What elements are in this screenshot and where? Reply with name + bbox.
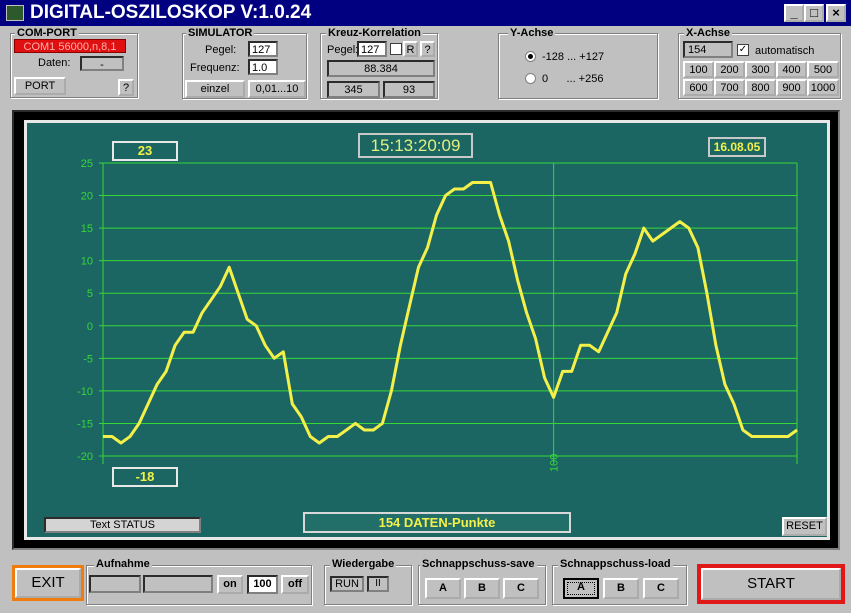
aufnahme-label: Aufnahme [94,558,152,570]
y-tick-label: 10 [81,256,93,268]
port-button[interactable]: PORT [14,77,66,95]
automatisch-checkbox[interactable]: ✓ [737,44,749,56]
y-tick-label: -5 [83,353,93,365]
aufnahme-field-2 [143,575,213,593]
exit-button[interactable]: EXIT [15,568,81,598]
sim-frequenz-input[interactable]: 1.0 [248,59,278,75]
com-port-value: COM1 56000,n,8,1 [14,39,126,53]
kreuz-help-button[interactable]: ? [420,41,435,57]
time-display: 15:13:20:09 [358,133,473,158]
kreuz-value-left: 345 [327,81,380,98]
record-off-button[interactable]: off [281,575,309,594]
x-preset-300-button[interactable]: 300 [745,61,776,78]
snapshot-load-label: Schnappschuss-load [558,558,673,570]
kreuz-pegel-input[interactable]: 127 [357,41,387,57]
pause-button[interactable]: II [367,576,389,592]
y-tick-label: -20 [77,451,93,463]
automatisch-label: automatisch [755,45,815,57]
app-icon [6,5,24,21]
title-bar: DIGITAL-OSZILOSKOP V:1.0.24 _ □ × [0,0,851,26]
kreuz-result: 88.384 [327,60,435,77]
start-button[interactable]: START [701,568,841,600]
wiedergabe-label: Wiedergabe [330,558,397,570]
maximize-button[interactable]: □ [804,4,824,22]
min-value-display: -18 [112,467,178,487]
oscilloscope-screen: 25 20 15 10 5 0 -5 -10 -15 -20 100 23 -18 15:13:20… [24,120,830,540]
daten-value: - [80,56,124,71]
exit-button-frame: EXIT [12,565,84,601]
minimize-button[interactable]: _ [784,4,804,22]
y-achse-group [498,33,658,99]
data-points-label: 154 DATEN-Punkte [303,512,571,533]
save-c-button[interactable]: C [503,578,539,599]
y-tick-label: 20 [81,191,93,203]
y-tick-label: -15 [77,418,93,430]
x-preset-900-button[interactable]: 900 [776,79,807,96]
y-tick-label: 0 [87,321,93,333]
load-b-button[interactable]: B [603,578,639,599]
einzel-button[interactable]: einzel [185,80,245,98]
load-c-button[interactable]: C [643,578,679,599]
x-preset-700-button[interactable]: 700 [714,79,745,96]
x-preset-800-button[interactable]: 800 [745,79,776,96]
aufnahme-field-1 [89,575,141,593]
com-help-button[interactable]: ? [118,79,134,96]
run-button[interactable]: RUN [330,576,364,592]
daten-label: Daten: [38,57,71,69]
save-a-button[interactable]: A [425,578,461,599]
record-on-button[interactable]: on [217,575,243,594]
y-tick-label: 25 [81,158,93,170]
status-text: Text STATUS [44,517,201,533]
simulator-label: SIMULATOR [186,27,255,39]
date-display: 16.08.05 [708,137,766,157]
y-range-option-signed: -128 ... +127 [542,51,605,63]
y-achse-label: Y-Achse [508,27,556,39]
save-b-button[interactable]: B [464,578,500,599]
kreuz-pegel-label: Pegel: [327,44,359,56]
x-achse-label: X-Achse [684,27,733,39]
sim-pegel-label: Pegel: [205,44,237,56]
max-value-display: 23 [112,141,178,161]
y-range-radio-unsigned[interactable] [525,73,536,84]
x-preset-500-button[interactable]: 500 [807,61,839,78]
start-button-frame: START [697,564,845,604]
x-achse-value: 154 [683,41,733,58]
record-count-input[interactable]: 100 [247,575,278,594]
y-tick-label: 15 [81,223,93,235]
x-presets-row1: 100 200 300 400 500 [683,61,839,79]
kreuz-korrelation-label: Kreuz-Korrelation [326,27,423,39]
y-range-option-unsigned: 0 ... +256 [542,73,604,85]
com-port-label: COM-PORT [15,27,79,39]
x-preset-600-button[interactable]: 600 [683,79,714,96]
x-presets-row2: 600 700 800 900 1000 [683,79,839,97]
sim-frequenz-label: Frequenz: [190,62,240,74]
x-preset-1000-button[interactable]: 1000 [807,79,839,96]
y-tick-label: -10 [77,386,93,398]
x-preset-100-button[interactable]: 100 [683,61,714,78]
y-range-radio-signed[interactable] [525,51,536,62]
kreuz-r-button[interactable]: R [403,41,418,57]
waveform-trace [103,181,798,445]
frequency-range-button[interactable]: 0,01...10 [248,80,306,98]
y-tick-label: 5 [87,288,93,300]
x-preset-200-button[interactable]: 200 [714,61,745,78]
close-button[interactable]: × [826,4,846,22]
kreuz-checkbox[interactable] [390,43,402,55]
x-preset-400-button[interactable]: 400 [776,61,807,78]
window-title: DIGITAL-OSZILOSKOP V:1.0.24 [30,2,312,23]
reset-button[interactable]: RESET [782,517,827,536]
sim-pegel-input[interactable]: 127 [248,41,278,57]
snapshot-save-label: Schnappschuss-save [420,558,537,570]
kreuz-value-right: 93 [383,81,435,98]
load-a-button[interactable]: A [563,578,599,599]
cursor-label: 100 [549,454,561,472]
